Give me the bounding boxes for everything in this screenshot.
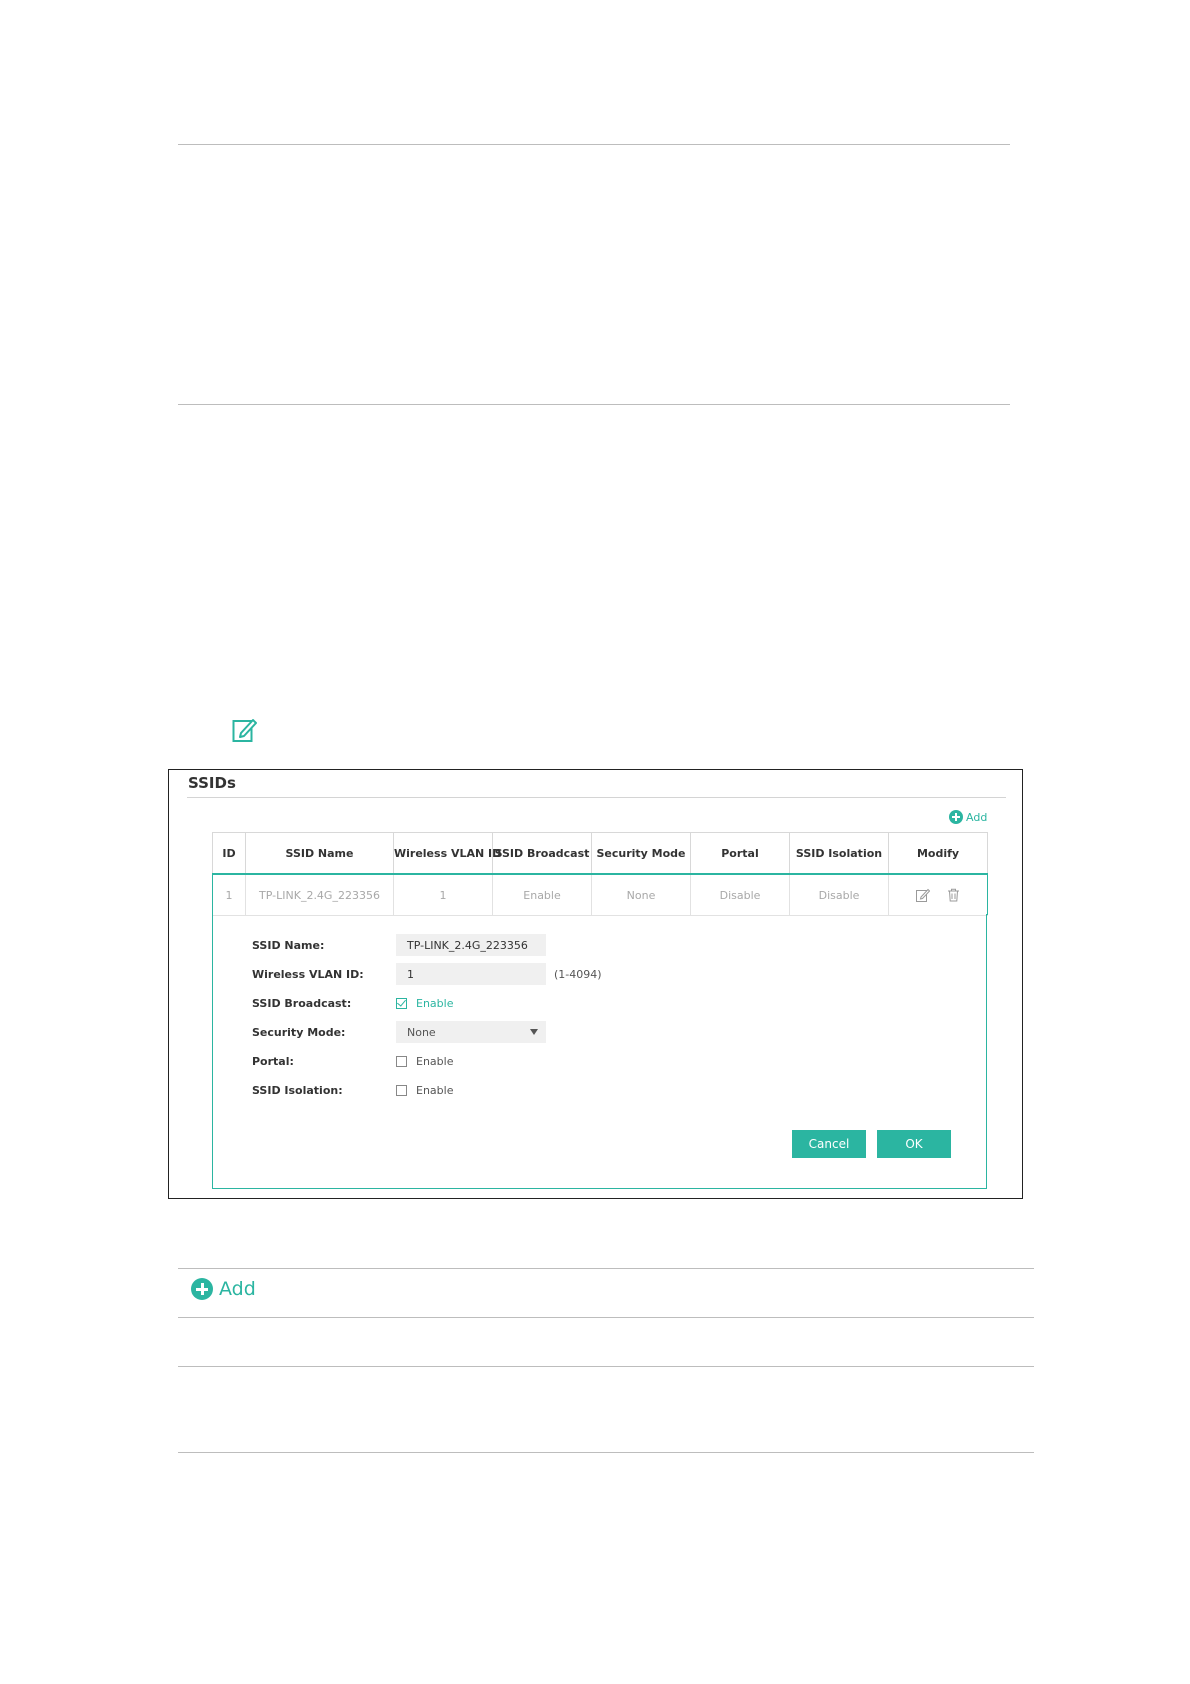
ok-button[interactable]: OK bbox=[877, 1130, 951, 1158]
vlan-row: Wireless VLAN ID: 1 (1-4094) bbox=[252, 963, 602, 985]
plus-circle-icon bbox=[191, 1278, 213, 1300]
add-ssid-button[interactable]: Add bbox=[949, 810, 987, 824]
cell-id: 1 bbox=[212, 874, 246, 916]
col-header-ssid-name: SSID Name bbox=[245, 832, 394, 875]
cell-vlan-id: 1 bbox=[393, 874, 493, 916]
ssid-name-label: SSID Name: bbox=[252, 938, 325, 952]
ssid-table: ID SSID Name Wireless VLAN ID SSID Broad… bbox=[212, 832, 988, 916]
col-header-vlan-id: Wireless VLAN ID bbox=[393, 832, 501, 875]
col-header-modify: Modify bbox=[888, 832, 988, 875]
broadcast-option-label: Enable bbox=[416, 996, 454, 1010]
cell-modify bbox=[888, 874, 988, 916]
isolation-label: SSID Isolation: bbox=[252, 1083, 343, 1097]
isolation-checkbox[interactable] bbox=[396, 1084, 407, 1096]
col-header-broadcast: SSID Broadcast bbox=[492, 832, 592, 875]
panel-title-divider bbox=[187, 797, 1006, 798]
bottom-rule-3 bbox=[178, 1366, 1034, 1367]
add-ssid-label: Add bbox=[966, 810, 988, 824]
ssid-name-row: SSID Name: TP-LINK_2.4G_223356 bbox=[252, 934, 546, 956]
chevron-down-icon bbox=[530, 1029, 538, 1035]
table-row[interactable]: 1 TP-LINK_2.4G_223356 1 Enable None Disa… bbox=[212, 874, 988, 916]
col-header-security-mode: Security Mode bbox=[591, 832, 691, 875]
cell-isolation: Disable bbox=[789, 874, 889, 916]
security-row: Security Mode: None bbox=[252, 1021, 546, 1043]
edit-icon[interactable] bbox=[916, 888, 930, 902]
portal-row: Portal: Enable bbox=[252, 1050, 453, 1072]
security-mode-value: None bbox=[407, 1025, 436, 1039]
cell-security-mode: None bbox=[591, 874, 691, 916]
vlan-input[interactable]: 1 bbox=[396, 963, 546, 985]
security-mode-select[interactable]: None bbox=[396, 1021, 546, 1043]
ssid-name-input[interactable]: TP-LINK_2.4G_223356 bbox=[396, 934, 546, 956]
col-header-id: ID bbox=[212, 832, 246, 875]
trash-icon[interactable] bbox=[947, 888, 960, 902]
table-header-row: ID SSID Name Wireless VLAN ID SSID Broad… bbox=[212, 832, 988, 875]
cell-portal: Disable bbox=[690, 874, 790, 916]
cell-ssid-name: TP-LINK_2.4G_223356 bbox=[245, 874, 394, 916]
broadcast-checkbox[interactable] bbox=[396, 997, 407, 1009]
edit-note-icon bbox=[232, 719, 257, 742]
section-rule bbox=[178, 404, 1010, 405]
bottom-rule-2 bbox=[178, 1317, 1034, 1318]
col-header-portal: Portal bbox=[690, 832, 790, 875]
isolation-option-label: Enable bbox=[416, 1083, 454, 1097]
panel-title: SSIDs bbox=[188, 774, 236, 792]
isolation-row: SSID Isolation: Enable bbox=[252, 1079, 453, 1101]
cell-broadcast: Enable bbox=[492, 874, 592, 916]
col-header-isolation: SSID Isolation bbox=[789, 832, 889, 875]
portal-label: Portal: bbox=[252, 1054, 294, 1068]
cancel-button[interactable]: Cancel bbox=[792, 1130, 866, 1158]
portal-option-label: Enable bbox=[416, 1054, 454, 1068]
add-button-label: Add bbox=[219, 1278, 256, 1300]
plus-circle-icon bbox=[949, 810, 963, 824]
broadcast-label: SSID Broadcast: bbox=[252, 996, 352, 1010]
ssid-edit-form: SSID Name: TP-LINK_2.4G_223356 Wireless … bbox=[212, 914, 987, 1189]
vlan-range-hint: (1-4094) bbox=[554, 967, 602, 981]
vlan-label: Wireless VLAN ID: bbox=[252, 967, 364, 981]
broadcast-row: SSID Broadcast: Enable bbox=[252, 992, 453, 1014]
top-rule bbox=[178, 144, 1010, 145]
portal-checkbox[interactable] bbox=[396, 1055, 407, 1067]
security-label: Security Mode: bbox=[252, 1025, 346, 1039]
bottom-rule-1 bbox=[178, 1268, 1034, 1269]
add-button-illustration[interactable]: Add bbox=[191, 1278, 256, 1300]
bottom-rule-4 bbox=[178, 1452, 1034, 1453]
